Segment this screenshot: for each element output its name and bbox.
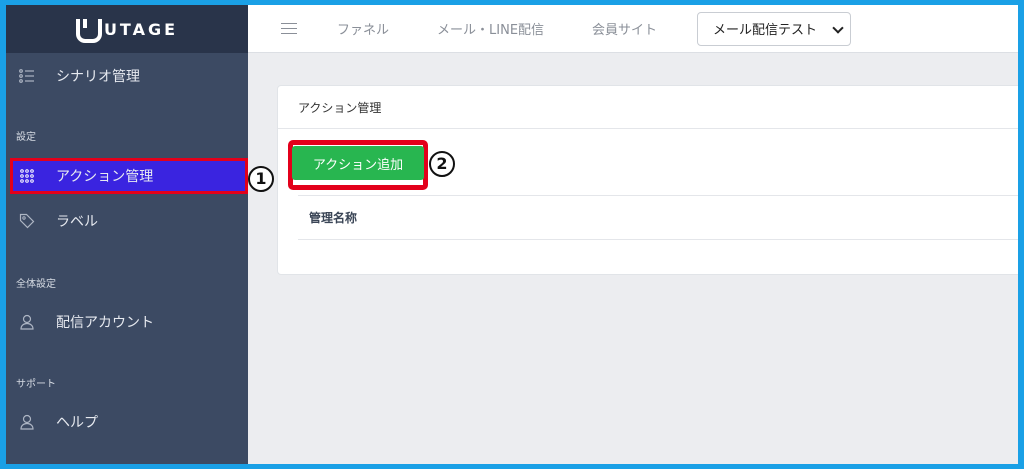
logo[interactable]: UTAGE bbox=[6, 5, 248, 53]
card-title: アクション管理 bbox=[278, 86, 1018, 129]
sidebar-item-delivery-account[interactable]: 配信アカウント bbox=[6, 302, 248, 342]
sidebar-item-label: ラベル bbox=[56, 214, 98, 230]
nav-funnel[interactable]: ファネル bbox=[337, 19, 389, 38]
step-1-marker: 1 bbox=[248, 166, 274, 192]
sidebar-item-label: シナリオ管理 bbox=[56, 69, 140, 85]
step-2-marker: 2 bbox=[429, 151, 455, 177]
list-icon bbox=[19, 68, 35, 84]
section-label-settings: 設定 bbox=[16, 132, 36, 143]
user-icon bbox=[19, 314, 35, 330]
action-management-card: アクション管理 アクション追加 管理名称 bbox=[277, 85, 1018, 275]
column-header: 管理名称 bbox=[309, 211, 358, 225]
brand-name: UTAGE bbox=[103, 19, 179, 39]
account-select-value: メール配信テスト bbox=[713, 23, 818, 38]
sidebar-item-label: 配信アカウント bbox=[56, 315, 154, 331]
app-window: UTAGE シナリオ管理 設定 アクション管理 ラベル 全体設定 配信アカウント… bbox=[6, 5, 1018, 464]
top-navigation: ファネル メール・LINE配信 会員サイト メール配信テスト bbox=[248, 5, 1018, 53]
nav-member-site[interactable]: 会員サイト bbox=[592, 19, 657, 38]
table-header-name: 管理名称 bbox=[298, 195, 1018, 240]
section-label-global-settings: 全体設定 bbox=[16, 279, 56, 290]
menu-icon[interactable] bbox=[281, 22, 297, 35]
utage-logo-icon bbox=[75, 19, 102, 43]
sidebar-item-scenario[interactable]: シナリオ管理 bbox=[6, 56, 248, 96]
sidebar-item-help[interactable]: ヘルプ bbox=[6, 402, 248, 442]
sidebar-item-label: アクション管理 bbox=[56, 169, 154, 185]
sidebar-item-label-tags[interactable]: ラベル bbox=[6, 201, 248, 241]
add-action-button[interactable]: アクション追加 bbox=[292, 146, 424, 180]
user-icon bbox=[19, 414, 35, 430]
chevron-down-icon bbox=[832, 21, 844, 34]
tag-icon bbox=[19, 213, 35, 229]
sidebar-item-label: ヘルプ bbox=[56, 415, 98, 431]
section-label-support: サポート bbox=[16, 379, 56, 390]
sidebar-item-action[interactable]: アクション管理 bbox=[10, 158, 248, 194]
nav-mail-line[interactable]: メール・LINE配信 bbox=[437, 19, 544, 38]
sidebar: UTAGE シナリオ管理 設定 アクション管理 ラベル 全体設定 配信アカウント… bbox=[6, 5, 248, 464]
account-select[interactable]: メール配信テスト bbox=[697, 11, 852, 46]
grid-dots-icon bbox=[19, 168, 35, 184]
